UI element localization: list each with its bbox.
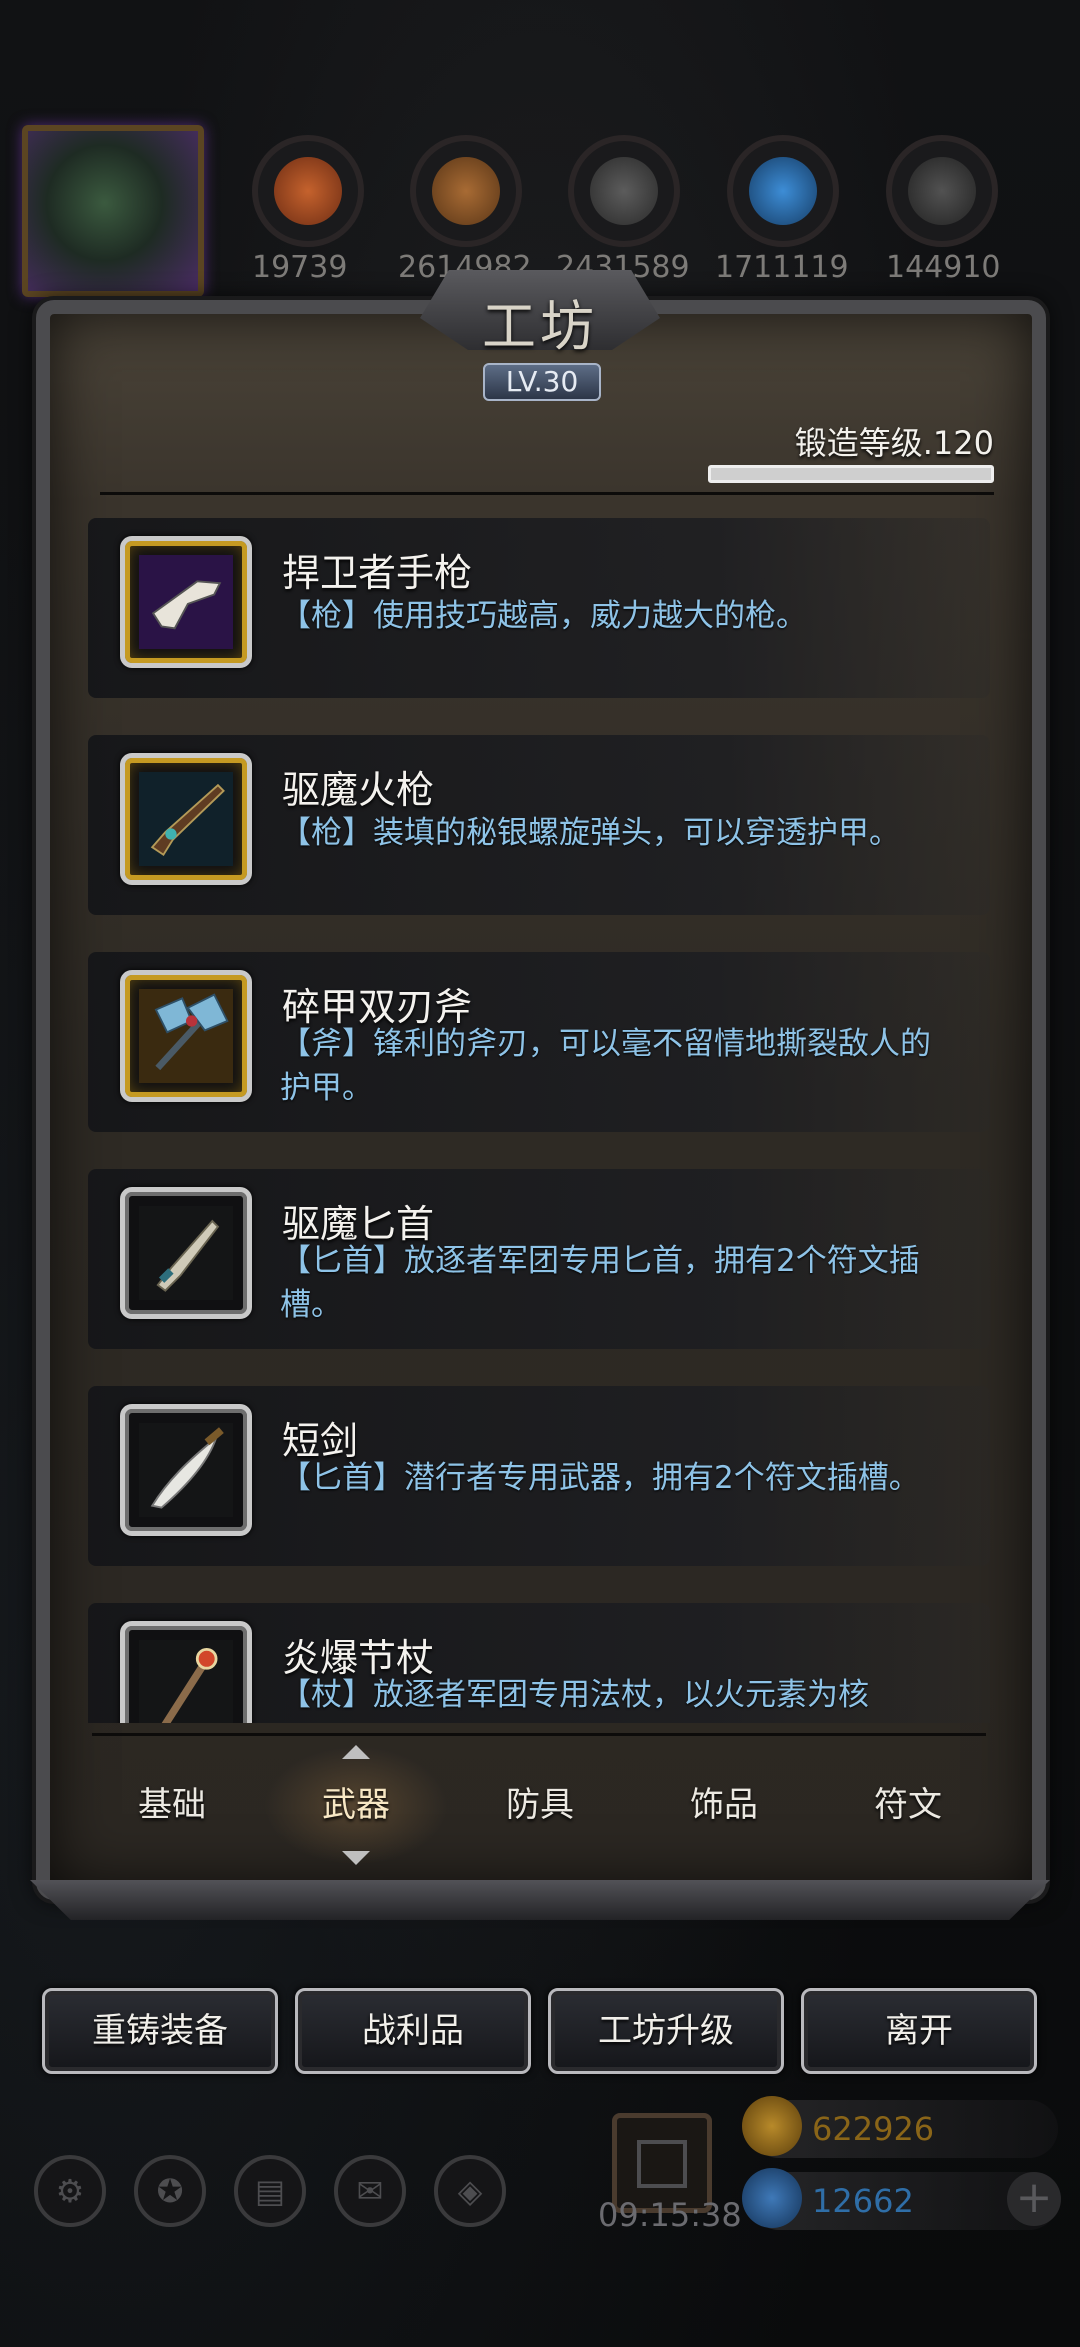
panel-title: 工坊 [482, 295, 598, 358]
panel-ornament [30, 1880, 1050, 1920]
list-item[interactable]: 驱魔匕首 【匕首】放逐者军团专用匕首，拥有2个符文插槽。 [88, 1169, 990, 1349]
workshop-level-badge: LV.30 [483, 363, 601, 401]
forge-level-label: 锻造等级.120 [794, 424, 994, 462]
loot-button[interactable]: 战利品 [295, 1988, 531, 2074]
divider [92, 1733, 986, 1736]
tab-runes[interactable]: 符文 [816, 1745, 1000, 1865]
settings-icon[interactable]: ⚙ [34, 2155, 106, 2227]
list-item[interactable]: 炎爆节杖 【杖】放逐者军团专用法杖，以火元素为核 [88, 1603, 990, 1723]
tab-accessories[interactable]: 饰品 [632, 1745, 816, 1865]
gold-amount: 622926 [812, 2110, 935, 2148]
item-frame [120, 1187, 252, 1319]
stone-icon[interactable] [886, 135, 998, 247]
item-description: 【匕首】潜行者专用武器，拥有2个符文插槽。 [280, 1460, 920, 1496]
leave-button[interactable]: 离开 [801, 1988, 1037, 2074]
gem-icon [742, 2168, 802, 2228]
double-axe-icon [139, 989, 233, 1083]
weapon-list[interactable]: 捍卫者手枪 【枪】使用技巧越高，威力越大的枪。 驱魔火枪 【枪】装填的秘银螺旋弹… [88, 518, 990, 1723]
musket-icon [139, 772, 233, 866]
item-name: 驱魔火枪 [282, 768, 435, 812]
reforge-equipment-button[interactable]: 重铸装备 [42, 1988, 278, 2074]
add-currency-button[interactable]: + [1007, 2172, 1061, 2226]
list-item[interactable]: 短剑 【匕首】潜行者专用武器，拥有2个符文插槽。 [88, 1386, 990, 1566]
item-description: 【枪】装填的秘银螺旋弹头，可以穿透护甲。 [280, 815, 900, 851]
tab-basic[interactable]: 基础 [80, 1745, 264, 1865]
list-item[interactable]: 驱魔火枪 【枪】装填的秘银螺旋弹头，可以穿透护甲。 [88, 735, 990, 915]
item-frame [120, 1404, 252, 1536]
upgrade-workshop-button[interactable]: 工坊升级 [548, 1988, 784, 2074]
gift-timer: 09:15:38 [598, 2196, 742, 2234]
wood-icon[interactable] [410, 135, 522, 247]
item-description: 【匕首】放逐者军团专用匕首，拥有2个符文插槽。 [280, 1243, 920, 1323]
item-name: 捍卫者手枪 [282, 551, 473, 595]
item-description: 【枪】使用技巧越高，威力越大的枪。 [280, 598, 807, 634]
gold-coin-icon [742, 2096, 802, 2156]
resource-value-crystal: 1711119 [715, 250, 849, 285]
crystal-icon[interactable] [727, 135, 839, 247]
list-item[interactable]: 碎甲双刃斧 【斧】锋利的斧刃，可以毫不留情地撕裂敌人的护甲。 [88, 952, 990, 1132]
map-icon[interactable]: ◈ [434, 2155, 506, 2227]
iron-icon[interactable] [568, 135, 680, 247]
player-avatar[interactable] [22, 125, 204, 297]
forge-progress-bar [708, 465, 994, 483]
pistol-icon [139, 555, 233, 649]
gem-amount: 12662 [812, 2182, 914, 2220]
badge-icon[interactable]: ✪ [134, 2155, 206, 2227]
staff-icon [139, 1640, 233, 1723]
forge-progress-fill [711, 468, 991, 480]
gold-currency: 622926 [742, 2096, 1058, 2158]
resource-value-stone: 144910 [886, 250, 1001, 285]
item-frame [120, 970, 252, 1102]
book-icon[interactable]: ▤ [234, 2155, 306, 2227]
mail-icon[interactable]: ✉ [334, 2155, 406, 2227]
list-item[interactable]: 捍卫者手枪 【枪】使用技巧越高，威力越大的枪。 [88, 518, 990, 698]
item-description: 【杖】放逐者军团专用法杖，以火元素为核 [280, 1677, 869, 1713]
resource-bar: 19739 2614982 2431589 1711119 144910 [0, 0, 1080, 300]
tab-weapons[interactable]: 武器 [264, 1745, 448, 1865]
short-sword-icon [139, 1423, 233, 1517]
item-frame [120, 536, 252, 668]
divider [100, 492, 994, 495]
resource-value-ore: 19739 [252, 250, 348, 285]
ore-icon[interactable] [252, 135, 364, 247]
tab-armor[interactable]: 防具 [448, 1745, 632, 1865]
dagger-icon [139, 1206, 233, 1300]
item-frame [120, 1621, 252, 1723]
item-description: 【斧】锋利的斧刃，可以毫不留情地撕裂敌人的护甲。 [280, 1026, 931, 1106]
item-frame [120, 753, 252, 885]
category-tabs: 基础 武器 防具 饰品 符文 [80, 1745, 1000, 1875]
